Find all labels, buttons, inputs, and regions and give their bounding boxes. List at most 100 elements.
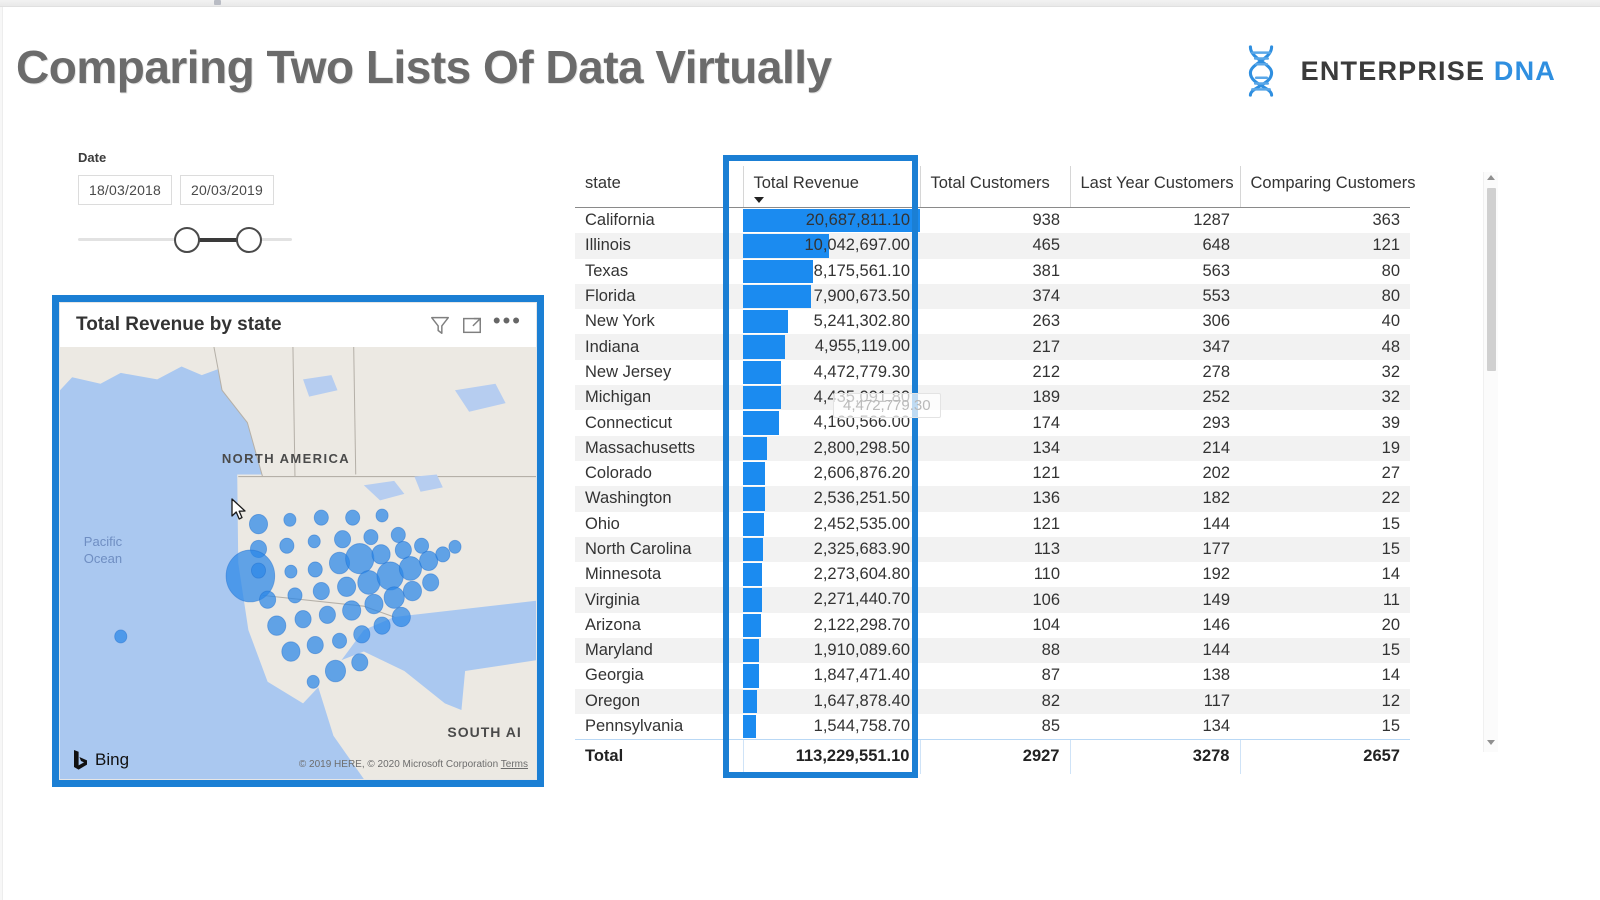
cell-total-customers: 87 bbox=[1041, 666, 1060, 685]
value-tooltip: 4,472,779.30 bbox=[833, 393, 941, 418]
cell-last-year-customers: 202 bbox=[1202, 464, 1230, 483]
column-header-total-revenue-label: Total Revenue bbox=[753, 174, 860, 192]
cell-total-revenue: 2,452,535.00 bbox=[743, 512, 920, 537]
focus-mode-icon[interactable] bbox=[461, 314, 483, 336]
map-copyright: © 2019 HERE, © 2020 Microsoft Corporatio… bbox=[298, 759, 499, 770]
slider-handle-end[interactable] bbox=[236, 227, 262, 253]
scroll-up-arrow-icon[interactable] bbox=[1487, 175, 1496, 184]
brand-secondary: DNA bbox=[1493, 55, 1556, 86]
cell-state: Connecticut bbox=[585, 413, 673, 432]
table-row[interactable]: Colorado 2,606,876.20 121 202 27 bbox=[575, 461, 1410, 486]
cell-comparing-customers: 15 bbox=[1240, 536, 1410, 563]
map-terms-link[interactable]: Terms bbox=[501, 759, 528, 770]
scrollbar-thumb[interactable] bbox=[1487, 188, 1496, 371]
cell-total-revenue: 5,241,302.80 bbox=[743, 309, 920, 334]
brand-wordmark: ENTERPRISE DNA bbox=[1301, 56, 1556, 87]
table-row[interactable]: Georgia 1,847,471.40 87 138 14 bbox=[575, 663, 1410, 688]
cell-total-revenue: 10,042,697.00 bbox=[743, 233, 920, 259]
revenue-value-text: 2,122,298.70 bbox=[813, 615, 910, 634]
cell-state: Maryland bbox=[575, 638, 743, 664]
map-visual[interactable]: Total Revenue by state ••• NORTH AMERICA… bbox=[59, 302, 537, 780]
total-customers-value: 2927 bbox=[919, 739, 1070, 774]
table-row[interactable]: Virginia 2,271,440.70 106 149 11 bbox=[575, 587, 1410, 613]
table-row[interactable]: Oregon 1,647,878.40 82 117 12 bbox=[575, 688, 1410, 714]
table-row[interactable]: Pennsylvania 1,544,758.70 85 134 15 bbox=[575, 714, 1410, 740]
cell-last-year-customers: 177 bbox=[1070, 536, 1240, 563]
revenue-table-visual[interactable]: state Total Revenue Total Customers Last… bbox=[575, 166, 1475, 774]
cell-total-customers: 189 bbox=[920, 385, 1070, 411]
cell-last-year-customers: 347 bbox=[1070, 334, 1240, 360]
table-row[interactable]: Connecticut 4,160,566.00 174 293 39 bbox=[575, 410, 1410, 435]
table-row[interactable]: Arizona 2,122,298.70 104 146 20 bbox=[575, 613, 1410, 638]
cell-last-year-customers: 648 bbox=[1070, 233, 1240, 259]
revenue-value-text: 1,544,758.70 bbox=[813, 716, 910, 735]
table-vertical-scrollbar[interactable] bbox=[1483, 172, 1498, 752]
cell-last-year-customers: 182 bbox=[1070, 486, 1240, 512]
cell-comparing-customers: 11 bbox=[1240, 587, 1410, 613]
cell-total-revenue: 2,122,298.70 bbox=[743, 613, 920, 638]
cell-last-year-customers: 144 bbox=[1202, 514, 1230, 533]
cell-total-revenue: 1,847,471.40 bbox=[743, 663, 920, 688]
cell-total-customers: 263 bbox=[1032, 312, 1060, 331]
table-row[interactable]: Illinois 10,042,697.00 465 648 121 bbox=[575, 233, 1410, 259]
table-row[interactable]: Texas 8,175,561.10 381 563 80 bbox=[575, 259, 1410, 284]
date-slicer-label: Date bbox=[78, 150, 107, 165]
cell-last-year-customers: 563 bbox=[1202, 261, 1230, 280]
table-total-row: Total 113,229,551.10 2927 3278 2657 bbox=[575, 739, 1410, 774]
cell-state: Virginia bbox=[575, 587, 743, 613]
cell-total-customers: 113 bbox=[920, 536, 1070, 563]
cell-total-customers: 121 bbox=[1032, 464, 1060, 483]
table-row[interactable]: Florida 7,900,673.50 374 553 80 bbox=[575, 283, 1410, 310]
table-row[interactable]: Washington 2,536,251.50 136 182 22 bbox=[575, 486, 1410, 512]
table-row[interactable]: North Carolina 2,325,683.90 113 177 15 bbox=[575, 536, 1410, 563]
cell-comparing-customers: 15 bbox=[1381, 717, 1400, 736]
table-row[interactable]: New York 5,241,302.80 263 306 40 bbox=[575, 309, 1410, 334]
revenue-value-text: 7,900,673.50 bbox=[813, 286, 910, 305]
ellipsis-icon[interactable]: ••• bbox=[493, 310, 522, 334]
column-header-total-customers[interactable]: Total Customers bbox=[919, 166, 1070, 208]
bing-logo-icon bbox=[74, 750, 87, 770]
column-header-state[interactable]: state bbox=[575, 166, 743, 208]
scroll-down-arrow-icon[interactable] bbox=[1487, 740, 1496, 749]
total-label: Total bbox=[575, 739, 743, 774]
revenue-value-text: 20,687,811.10 bbox=[805, 211, 910, 229]
table-row[interactable]: Maryland 1,910,089.60 88 144 15 bbox=[575, 638, 1410, 664]
cell-state: Washington bbox=[575, 486, 743, 512]
end-date-input[interactable]: 20/03/2019 bbox=[180, 175, 274, 205]
cell-total-revenue: 1,544,758.70 bbox=[743, 714, 920, 740]
cell-comparing-customers: 20 bbox=[1381, 615, 1400, 634]
cell-state: Oregon bbox=[575, 688, 743, 714]
map-graphic bbox=[60, 347, 536, 779]
table-row[interactable]: Ohio 2,452,535.00 121 144 15 bbox=[575, 512, 1410, 537]
map-canvas[interactable]: NORTH AMERICA Pacific Ocean SOUTH AI Bin… bbox=[60, 347, 536, 779]
slider-handle-start[interactable] bbox=[174, 227, 200, 253]
table-row[interactable]: Massachusetts 2,800,298.50 134 214 19 bbox=[575, 435, 1410, 461]
total-revenue-value: 113,229,551.10 bbox=[742, 739, 920, 774]
column-header-comparing-customers[interactable]: Comparing Customers bbox=[1239, 166, 1416, 208]
bing-attribution[interactable]: Bing bbox=[72, 749, 129, 771]
map-attribution-text: © 2019 HERE, © 2020 Microsoft Corporatio… bbox=[299, 759, 528, 770]
table-row[interactable]: New Jersey 4,472,779.30 212 278 32 bbox=[575, 360, 1410, 385]
table-row[interactable]: California 20,687,811.10 938 1287 363 bbox=[575, 208, 1410, 234]
cell-last-year-customers: 138 bbox=[1202, 666, 1230, 685]
cell-total-customers: 110 bbox=[1033, 565, 1060, 584]
table-row[interactable]: Minnesota 2,273,604.80 110 192 14 bbox=[575, 562, 1410, 587]
cell-total-customers: 88 bbox=[920, 638, 1070, 664]
left-rail bbox=[0, 7, 3, 900]
cell-comparing-customers: 32 bbox=[1240, 385, 1410, 411]
cell-comparing-customers: 19 bbox=[1240, 435, 1410, 461]
table-row[interactable]: Indiana 4,955,119.00 217 347 48 bbox=[575, 334, 1410, 360]
cell-total-customers: 938 bbox=[1032, 211, 1060, 230]
date-range-slider[interactable] bbox=[78, 227, 292, 253]
start-date-input[interactable]: 18/03/2018 bbox=[78, 175, 172, 205]
column-header-total-revenue[interactable]: Total Revenue bbox=[742, 166, 920, 208]
date-slicer[interactable]: Date 18/03/2018 20/03/2019 bbox=[78, 150, 338, 253]
table-row[interactable]: Michigan4,435,091.8018925232 bbox=[575, 385, 1410, 411]
revenue-value-text: 2,452,535.00 bbox=[813, 514, 910, 533]
window-nub bbox=[214, 0, 221, 5]
cell-last-year-customers: 146 bbox=[1202, 615, 1230, 634]
cell-total-customers: 134 bbox=[920, 435, 1070, 461]
funnel-icon[interactable] bbox=[429, 314, 451, 336]
column-header-last-year-customers[interactable]: Last Year Customers bbox=[1069, 166, 1240, 208]
cell-last-year-customers: 306 bbox=[1202, 312, 1230, 331]
